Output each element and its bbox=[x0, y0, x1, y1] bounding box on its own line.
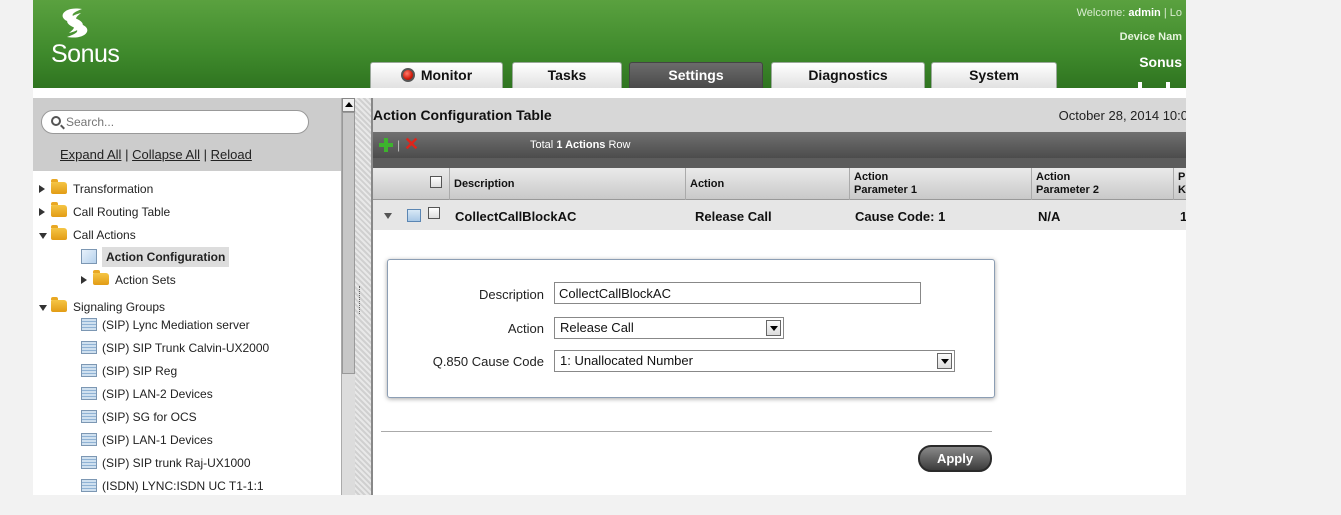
sonus-logo-icon bbox=[62, 8, 88, 38]
edit-panel: Description Action Release Call Q.850 Ca… bbox=[387, 259, 995, 398]
main-title-bar: Action Configuration Table October 28, 2… bbox=[373, 98, 1186, 132]
tab-label: Monitor bbox=[420, 67, 473, 83]
main-panel: Action Configuration Table October 28, 2… bbox=[371, 98, 1186, 495]
action-label: Action bbox=[507, 321, 544, 336]
sidebar-toolbar: Expand All | Collapse All | Reload bbox=[33, 98, 341, 171]
add-icon[interactable] bbox=[379, 138, 393, 152]
folder-open-icon bbox=[51, 225, 67, 240]
signaling-group-icon bbox=[81, 410, 97, 423]
folder-icon bbox=[93, 270, 109, 285]
search-box[interactable] bbox=[41, 110, 309, 134]
panel-splitter[interactable] bbox=[355, 98, 371, 495]
tab-label: System bbox=[969, 67, 1019, 83]
table-row[interactable]: CollectCallBlockAC Release Call Cause Co… bbox=[373, 200, 1186, 230]
row-detail-icon[interactable] bbox=[407, 209, 421, 222]
cell-description: CollectCallBlockAC bbox=[455, 209, 577, 224]
page-title: Action Configuration Table bbox=[373, 107, 552, 123]
scroll-thumb[interactable] bbox=[342, 112, 355, 374]
collapse-arrow-icon[interactable] bbox=[39, 233, 47, 239]
welcome-text: Welcome: admin | Lo bbox=[1077, 7, 1182, 19]
tab-label: Diagnostics bbox=[808, 67, 888, 83]
tab-label: Settings bbox=[668, 67, 724, 83]
splitter-grip-icon[interactable] bbox=[359, 286, 362, 314]
logo-wordmark: Sonus bbox=[51, 40, 120, 68]
collapse-arrow-icon[interactable] bbox=[39, 305, 47, 311]
cell-action: Release Call bbox=[695, 209, 772, 224]
column-extra[interactable]: P K bbox=[1173, 168, 1186, 200]
delete-icon[interactable]: ✕ bbox=[404, 135, 419, 153]
monitor-alarm-icon bbox=[400, 68, 415, 82]
signaling-group-icon bbox=[81, 387, 97, 400]
configuration-icon bbox=[81, 249, 97, 264]
select-all-checkbox[interactable] bbox=[430, 176, 442, 188]
signaling-group-icon bbox=[81, 456, 97, 469]
action-select[interactable]: Release Call bbox=[554, 317, 784, 339]
status-bars bbox=[1126, 82, 1186, 88]
expand-arrow-icon[interactable] bbox=[39, 185, 45, 193]
scroll-up-icon[interactable] bbox=[342, 98, 355, 112]
form-divider bbox=[381, 431, 992, 432]
reload-link[interactable]: Reload bbox=[211, 147, 252, 162]
signaling-group-icon bbox=[81, 479, 97, 492]
app-window: Sonus Welcome: admin | Lo Device Nam Son… bbox=[33, 0, 1186, 495]
link-separator: | bbox=[125, 147, 129, 162]
tree-links: Expand All | Collapse All | Reload bbox=[60, 147, 252, 162]
cause-code-select[interactable]: 1: Unallocated Number bbox=[554, 350, 955, 372]
expand-arrow-icon[interactable] bbox=[39, 208, 45, 216]
folder-icon bbox=[51, 202, 67, 217]
signaling-group-icon bbox=[81, 364, 97, 377]
toolbar-strip bbox=[373, 158, 1186, 168]
signaling-group-icon bbox=[81, 341, 97, 354]
tab-monitor[interactable]: Monitor bbox=[370, 62, 503, 88]
logout-link[interactable]: | Lo bbox=[1164, 7, 1182, 19]
current-user: admin bbox=[1128, 7, 1161, 19]
expand-all-link[interactable]: Expand All bbox=[60, 147, 121, 162]
sidebar-scrollbar[interactable] bbox=[341, 98, 355, 495]
dropdown-arrow-icon[interactable] bbox=[766, 320, 781, 336]
description-label: Description bbox=[478, 287, 544, 302]
current-date: October 28, 2014 10:0 bbox=[1058, 108, 1186, 123]
welcome-prefix: Welcome: bbox=[1076, 7, 1126, 19]
tab-diagnostics[interactable]: Diagnostics bbox=[771, 62, 925, 88]
column-action[interactable]: Action bbox=[685, 168, 849, 200]
column-action-parameter-2[interactable]: Action Parameter 2 bbox=[1031, 168, 1173, 200]
device-name-label: Device Nam bbox=[1119, 31, 1182, 43]
tab-tasks[interactable]: Tasks bbox=[512, 62, 622, 88]
row-collapse-icon[interactable] bbox=[384, 213, 392, 219]
folder-icon bbox=[51, 179, 67, 194]
apply-button[interactable]: Apply bbox=[918, 445, 992, 472]
tab-settings[interactable]: Settings bbox=[629, 62, 763, 88]
row-checkbox[interactable] bbox=[428, 207, 440, 219]
folder-open-icon bbox=[51, 297, 67, 312]
sidebar: Expand All | Collapse All | Reload Trans… bbox=[33, 98, 371, 495]
signaling-group-icon bbox=[81, 318, 97, 331]
column-description[interactable]: Description bbox=[449, 168, 685, 200]
cell-action-parameter-1: Cause Code: 1 bbox=[855, 209, 946, 224]
header-bar: Sonus Welcome: admin | Lo Device Nam Son… bbox=[33, 0, 1186, 88]
dropdown-arrow-icon[interactable] bbox=[937, 353, 952, 369]
tab-system[interactable]: System bbox=[931, 62, 1057, 88]
toolbar-separator: | bbox=[397, 138, 401, 152]
cell-extra: 1 bbox=[1180, 209, 1186, 224]
table-toolbar: | ✕ Total 1 Actions Row bbox=[373, 132, 1186, 158]
device-name-value: Sonus bbox=[1139, 54, 1182, 70]
column-action-parameter-1[interactable]: Action Parameter 1 bbox=[849, 168, 1031, 200]
search-icon bbox=[51, 116, 61, 126]
description-field[interactable] bbox=[554, 282, 921, 304]
search-input[interactable] bbox=[66, 113, 302, 131]
table-header: Description Action Action Parameter 1 Ac… bbox=[373, 168, 1186, 200]
signaling-group-icon bbox=[81, 433, 97, 446]
link-separator: | bbox=[203, 147, 208, 162]
tab-label: Tasks bbox=[547, 67, 587, 83]
collapse-all-link[interactable]: Collapse All bbox=[132, 147, 200, 162]
total-rows-text: Total 1 Actions Row bbox=[530, 139, 631, 151]
cell-action-parameter-2: N/A bbox=[1038, 209, 1061, 224]
cause-code-label: Q.850 Cause Code bbox=[432, 354, 544, 369]
expand-arrow-icon[interactable] bbox=[81, 276, 87, 284]
